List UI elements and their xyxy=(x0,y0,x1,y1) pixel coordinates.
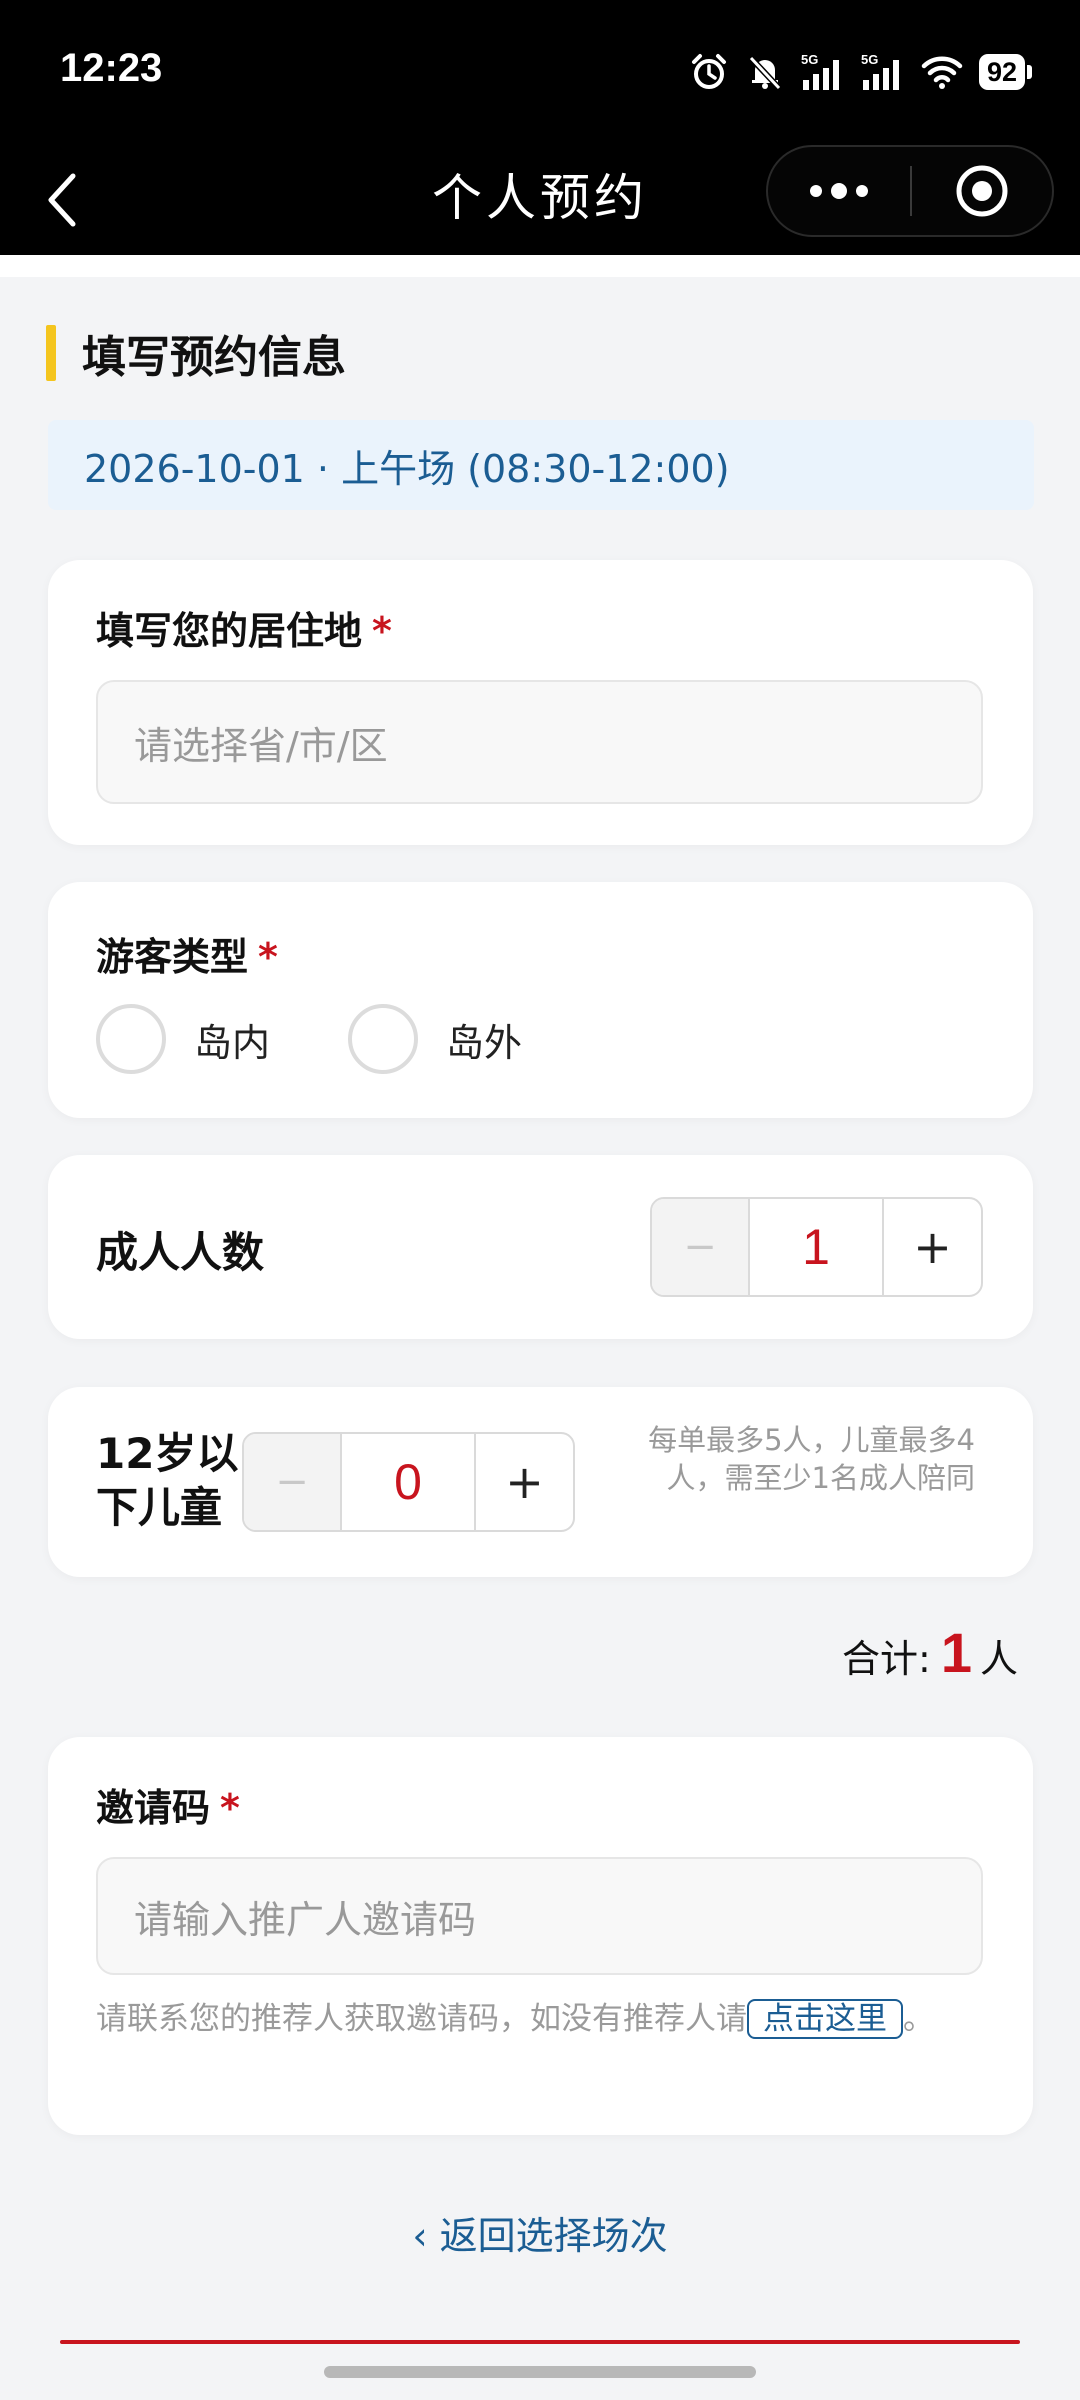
visitor-type-label: 游客类型 * xyxy=(96,935,278,979)
alarm-icon xyxy=(691,54,726,89)
section-accent-bar xyxy=(46,325,56,381)
visitor-type-card: 游客类型 * 岛内 岛外 xyxy=(48,882,1033,1118)
residence-label: 填写您的居住地 * xyxy=(96,609,392,653)
children-hint: 每单最多5人，儿童最多4 人，需至少1名成人陪同 xyxy=(648,1423,975,1495)
radio-island-outer[interactable]: 岛外 xyxy=(348,1004,522,1074)
back-to-session-link[interactable]: ‹ 返回选择场次 xyxy=(0,2205,1080,2260)
radio-label: 岛内 xyxy=(194,1020,271,1065)
total-row: 合计: 1 人 xyxy=(842,1620,1018,1685)
home-indicator xyxy=(324,2366,756,2378)
invite-card: 邀请码 * 请输入推广人邀请码 请联系您的推荐人获取邀请码，如没有推荐人请 点击这里… xyxy=(48,1737,1033,2135)
status-icons: 5G 5G 92 xyxy=(689,50,1032,94)
radio-label: 岛外 xyxy=(446,1020,523,1065)
status-time: 12:23 xyxy=(60,46,163,90)
adults-minus-button[interactable]: − xyxy=(652,1199,750,1295)
nav-bar: 个人预约 xyxy=(0,145,1080,255)
required-mark: * xyxy=(372,609,392,653)
radio-island-inner[interactable]: 岛内 xyxy=(96,1004,270,1074)
required-mark: * xyxy=(220,1786,240,1830)
radio-circle xyxy=(348,1004,418,1074)
invite-placeholder: 请输入推广人邀请码 xyxy=(134,1897,477,1942)
children-count: 0 xyxy=(342,1434,476,1530)
status-bar: 12:23 5G 5G 92 xyxy=(0,0,1080,145)
invite-note: 请联系您的推荐人获取邀请码，如没有推荐人请 点击这里。 xyxy=(96,1999,934,2039)
required-mark: * xyxy=(258,935,278,979)
total-prefix: 合计: xyxy=(842,1637,931,1681)
more-button[interactable] xyxy=(768,147,910,235)
signal-5g-icon: 5G xyxy=(801,52,839,90)
adults-count: 1 xyxy=(750,1199,884,1295)
svg-text:5G: 5G xyxy=(801,52,818,67)
residence-placeholder: 请选择省/市/区 xyxy=(134,723,388,768)
svg-text:5G: 5G xyxy=(861,52,878,67)
residence-card: 填写您的居住地 * 请选择省/市/区 xyxy=(48,560,1033,845)
signal-5g-icon-2: 5G xyxy=(861,52,899,90)
session-date-banner: 2026-10-01 · 上午场 (08:30-12:00) xyxy=(48,420,1034,510)
invite-label: 邀请码 * xyxy=(96,1786,240,1830)
children-minus-button[interactable]: − xyxy=(244,1434,342,1530)
target-circle-icon xyxy=(956,165,1008,217)
children-stepper: − 0 + xyxy=(242,1432,575,1532)
adults-label: 成人人数 xyxy=(96,1228,265,1277)
invite-code-input[interactable]: 请输入推广人邀请码 xyxy=(96,1857,983,1975)
children-card: 12岁以 下儿童 − 0 + 每单最多5人，儿童最多4 人，需至少1名成人陪同 xyxy=(48,1387,1033,1577)
adults-plus-button[interactable]: + xyxy=(884,1199,981,1295)
battery-level: 92 xyxy=(978,54,1025,90)
adults-stepper: − 1 + xyxy=(650,1197,983,1297)
click-here-link[interactable]: 点击这里 xyxy=(747,1999,903,2039)
bottom-accent-line xyxy=(60,2340,1020,2344)
section-title: 填写预约信息 xyxy=(82,332,346,383)
residence-picker[interactable]: 请选择省/市/区 xyxy=(96,680,983,804)
children-label: 12岁以 下儿童 xyxy=(96,1429,239,1532)
total-count: 1 xyxy=(940,1621,972,1684)
more-dots-icon xyxy=(810,183,868,199)
close-mini-program-button[interactable] xyxy=(912,147,1052,235)
adults-card: 成人人数 − 1 + xyxy=(48,1155,1033,1339)
session-date-text: 2026-10-01 · 上午场 (08:30-12:00) xyxy=(84,446,730,491)
section-header: 填写预约信息 xyxy=(46,325,346,383)
total-unit: 人 xyxy=(979,1637,1018,1681)
battery-indicator: 92 xyxy=(978,54,1032,90)
bell-muted-icon xyxy=(748,55,782,91)
wifi-icon xyxy=(921,56,963,89)
mini-program-capsule xyxy=(766,145,1054,237)
children-plus-button[interactable]: + xyxy=(476,1434,573,1530)
radio-circle xyxy=(96,1004,166,1074)
